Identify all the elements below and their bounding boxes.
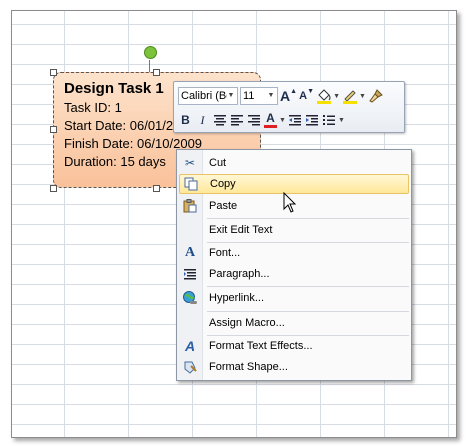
italic-label: I: [200, 112, 205, 127]
bold-button[interactable]: B: [178, 111, 193, 129]
grow-font-button[interactable]: A ▲: [280, 87, 297, 105]
align-right-icon: [247, 115, 260, 126]
align-center-icon: [213, 115, 226, 126]
align-left-button[interactable]: [229, 111, 244, 129]
menu-item-format-shape[interactable]: Format Shape...: [179, 357, 409, 377]
menu-item-copy[interactable]: Copy: [179, 174, 409, 194]
menu-item-label: Copy: [210, 178, 236, 190]
text-effects-icon: A: [184, 338, 196, 354]
resize-handle-bottom-left[interactable]: [50, 185, 57, 192]
menu-item-hyperlink[interactable]: Hyperlink...: [179, 288, 409, 308]
menu-item-exit-edit-text[interactable]: Exit Edit Text: [179, 220, 409, 240]
context-menu: ✂ Cut Copy Paste Exit Edit Text A Font..…: [176, 149, 412, 381]
bullets-icon: [323, 115, 336, 125]
pencil-icon: [343, 90, 357, 104]
font-name-value: Calibri (Body): [181, 90, 227, 102]
align-left-icon: [230, 115, 243, 126]
chevron-down-icon: ▼: [267, 92, 275, 99]
chevron-down-icon[interactable]: ▼: [333, 93, 340, 100]
increase-indent-button[interactable]: [305, 111, 320, 129]
bold-label: B: [181, 113, 190, 127]
scissors-icon: ✂: [184, 156, 196, 170]
resize-handle-left[interactable]: [50, 126, 57, 133]
chevron-down-icon[interactable]: ▼: [279, 117, 286, 124]
menu-item-format-text-effects[interactable]: A Format Text Effects...: [179, 336, 409, 356]
grow-font-label: A: [280, 88, 291, 104]
mini-toolbar: Calibri (Body) ▼ 11 ▼ A ▲ A ▼: [173, 81, 405, 133]
caret-up-icon: ▲: [290, 87, 298, 95]
blank-icon: [179, 313, 201, 333]
screenshot-frame: Design Task 1 Task ID: 1 Start Date: 06/…: [11, 10, 457, 438]
blank-icon: [179, 220, 201, 240]
menu-separator: [207, 218, 409, 219]
menu-item-label: Paragraph...: [209, 268, 270, 280]
resize-handle-top[interactable]: [153, 69, 160, 76]
font-size-combo[interactable]: 11 ▼: [240, 87, 278, 105]
menu-item-label: Font...: [209, 247, 241, 259]
menu-item-font[interactable]: A Font...: [179, 243, 409, 263]
menu-item-label: Format Shape...: [209, 361, 288, 373]
menu-separator: [207, 286, 409, 287]
chevron-down-icon: ▼: [227, 92, 235, 99]
menu-item-label: Assign Macro...: [209, 317, 285, 329]
shrink-font-label: A: [299, 90, 308, 102]
chevron-down-icon[interactable]: ▼: [359, 93, 366, 100]
rotation-handle[interactable]: [144, 46, 157, 59]
font-color-label: A: [266, 111, 275, 125]
fill-color-button[interactable]: [316, 87, 332, 105]
align-right-button[interactable]: [246, 111, 261, 129]
paste-icon: [179, 196, 201, 216]
copy-icon: [180, 174, 202, 194]
font-color-button[interactable]: A: [263, 111, 278, 129]
menu-item-assign-macro[interactable]: Assign Macro...: [179, 313, 409, 333]
shrink-font-button[interactable]: A ▼: [299, 87, 314, 105]
paragraph-icon: [179, 264, 201, 284]
caret-down-icon: ▼: [307, 87, 314, 95]
italic-button[interactable]: I: [195, 111, 210, 129]
increase-indent-icon: [306, 115, 319, 126]
paint-bucket-icon: [317, 89, 332, 104]
mouse-pointer-icon: [283, 192, 297, 213]
menu-item-label: Format Text Effects...: [209, 340, 313, 352]
resize-handle-top-left[interactable]: [50, 69, 57, 76]
menu-item-label: Hyperlink...: [209, 292, 265, 304]
menu-item-paragraph[interactable]: Paragraph...: [179, 264, 409, 284]
format-painter-button[interactable]: [368, 87, 384, 105]
hyperlink-icon: [179, 288, 201, 308]
menu-item-label: Exit Edit Text: [209, 224, 273, 236]
rotation-connector: [149, 60, 150, 72]
brush-icon: [369, 89, 383, 103]
font-size-value: 11: [243, 90, 255, 102]
decrease-indent-button[interactable]: [288, 111, 303, 129]
menu-item-label: Cut: [209, 157, 227, 169]
chevron-down-icon[interactable]: ▼: [338, 117, 345, 124]
decrease-indent-icon: [289, 115, 302, 126]
menu-item-cut[interactable]: ✂ Cut: [179, 153, 409, 173]
font-icon: A: [184, 245, 196, 260]
menu-separator: [207, 311, 409, 312]
align-center-button[interactable]: [212, 111, 227, 129]
format-shape-icon: [179, 357, 201, 377]
font-name-combo[interactable]: Calibri (Body) ▼: [178, 87, 238, 105]
menu-item-label: Paste: [209, 200, 238, 212]
outline-color-button[interactable]: [342, 87, 358, 105]
bullets-button[interactable]: [322, 111, 337, 129]
resize-handle-bottom[interactable]: [153, 185, 160, 192]
font-color-bar: [264, 125, 277, 128]
